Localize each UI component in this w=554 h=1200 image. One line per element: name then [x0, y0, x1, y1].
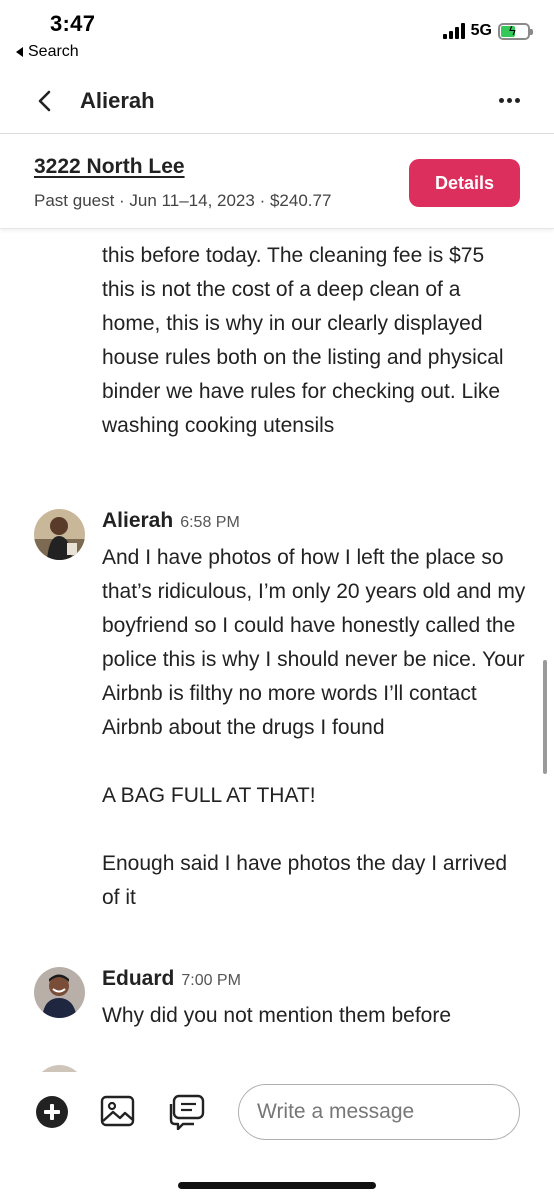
avatar[interactable] — [34, 509, 85, 560]
signal-bars-icon — [442, 23, 465, 39]
message-composer — [0, 1072, 554, 1200]
message-text: Why did you not mention them before — [102, 1004, 452, 1027]
message-time: 6:58 PM — [180, 514, 240, 531]
plus-icon[interactable] — [36, 1096, 68, 1128]
image-icon[interactable] — [100, 1094, 136, 1128]
listing-name-link[interactable]: 3222 North Lee — [34, 155, 185, 179]
reservation-meta: Past guest · Jun 11–14, 2023 · $240.77 — [34, 191, 332, 210]
previous-message-text: this before today. The cleaning fee is $… — [102, 244, 510, 437]
avatar[interactable] — [34, 967, 85, 1018]
sender-name: Eduard — [102, 967, 175, 990]
status-bar: 3:47 Search 5G ϟ — [0, 0, 554, 70]
home-indicator — [178, 1182, 376, 1189]
battery-charging-icon: ϟ — [498, 22, 533, 40]
chevron-left-icon[interactable] — [32, 88, 58, 114]
message-thread: this before today. The cleaning fee is $… — [0, 229, 554, 1072]
status-time: 3:47 — [50, 11, 96, 36]
details-button[interactable]: Details — [409, 159, 520, 207]
scrollbar-thumb[interactable] — [543, 660, 547, 774]
message-input[interactable] — [238, 1084, 520, 1140]
sender-name: Alierah — [102, 509, 174, 532]
conversation-title: Alierah — [80, 88, 155, 113]
return-to-search-link[interactable]: Search — [16, 43, 79, 61]
conversation-header: Alierah — [0, 72, 554, 134]
reservation-banner: 3222 North Lee Past guest · Jun 11–14, 2… — [0, 135, 554, 229]
avatar[interactable] — [34, 1065, 85, 1072]
quick-reply-icon[interactable] — [168, 1094, 206, 1130]
message-time: 7:00 PM — [181, 972, 241, 989]
message-header: Eduard 7:00 PM — [102, 967, 241, 991]
message-header: Alierah 6:58 PM — [102, 509, 240, 533]
message-text: And I have photos of how I left the plac… — [102, 546, 526, 909]
network-type: 5G — [470, 22, 492, 39]
return-to-search-label: Search — [28, 43, 79, 60]
back-triangle-icon — [16, 47, 23, 57]
ellipsis-icon[interactable] — [499, 98, 520, 103]
status-indicators: 5G ϟ — [442, 22, 533, 40]
